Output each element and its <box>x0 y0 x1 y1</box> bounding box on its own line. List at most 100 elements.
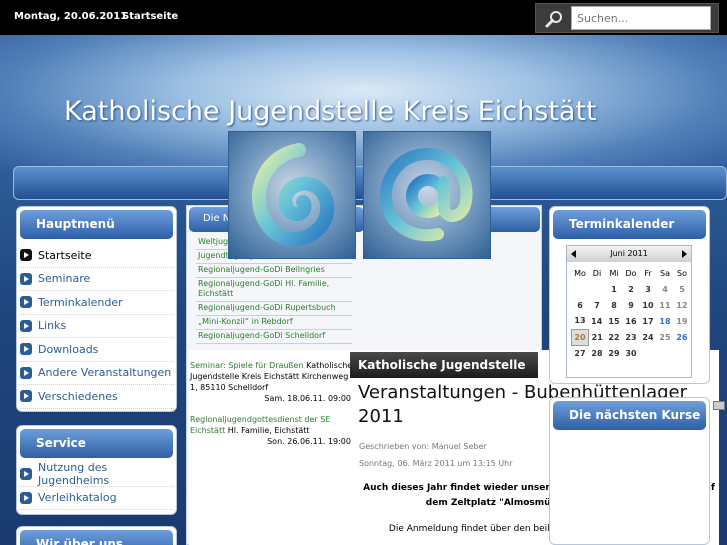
main-menu-item[interactable]: Links <box>19 315 174 338</box>
calendar-day <box>674 345 691 361</box>
main-menu-item-label: Startseite <box>38 248 92 262</box>
event-entry: Regionaljugendgottesdienst der SE Eichst… <box>189 404 355 447</box>
calendar-day[interactable]: 17 <box>640 313 657 329</box>
newest-post-link[interactable]: Regionaljugend-GoDi Beilngries <box>196 264 352 278</box>
calendar-day[interactable]: 7 <box>589 297 606 313</box>
main-menu-item[interactable]: Terminkalender <box>19 291 174 315</box>
main-menu-panel: Hauptmenü Startseite Seminare Terminkalend… <box>16 206 177 412</box>
search-icon[interactable] <box>544 9 564 29</box>
spiral-logo <box>228 131 356 259</box>
main-menu-item-label: Terminkalender <box>38 295 123 309</box>
calendar-day[interactable]: 22 <box>606 329 623 345</box>
calendar-day[interactable]: 15 <box>606 313 623 329</box>
arrow-bullet-icon <box>20 366 32 379</box>
calendar-next-icon[interactable] <box>682 250 687 258</box>
arrow-bullet-icon <box>20 272 32 285</box>
main-menu-item-label: Seminare <box>38 272 91 286</box>
courses-title: Die nächsten Kurse <box>553 401 706 430</box>
event-place: Hl. Familie, Eichstätt <box>227 426 310 435</box>
calendar-day[interactable]: 9 <box>623 297 640 313</box>
main-menu-item[interactable]: Seminare <box>19 268 174 291</box>
at-sign-icon <box>379 147 473 242</box>
events-list: Seminar: Spiele für Draußen Katholische … <box>189 350 355 545</box>
event-date: Son. 26.06.11. 19:00 <box>267 437 351 446</box>
calendar-day[interactable]: 10 <box>640 297 657 313</box>
site-title: Katholische Jugendstelle Kreis Eichstätt <box>64 96 597 127</box>
calendar-day[interactable]: 30 <box>623 345 640 361</box>
calendar-grid: Mo Di Mi Do Fr Sa So 1 2 3 4 5 6 7 8 9 10 11 12 13 14 15 16 17 1… <box>571 265 691 361</box>
email-icon[interactable] <box>713 401 725 410</box>
calendar-day[interactable]: 16 <box>623 313 640 329</box>
article-author: Geschrieben von: Manuel Seber <box>359 442 487 451</box>
main-menu-item-label: Links <box>38 319 67 333</box>
top-bar: Montag, 20.06.2011 Startseite <box>0 0 727 35</box>
calendar-day[interactable]: 8 <box>606 297 623 313</box>
service-menu-item[interactable]: Verleihkatalog <box>19 487 174 510</box>
calendar-day[interactable]: 6 <box>572 297 589 313</box>
calendar-day[interactable]: 4 <box>657 281 674 297</box>
calendar-day[interactable]: 1 <box>606 281 623 297</box>
calendar-day[interactable]: 13 <box>572 313 589 329</box>
main-menu: Startseite Seminare Terminkalender Links Dow… <box>19 244 174 409</box>
calendar-weekday: Fr <box>644 268 652 278</box>
service-menu-item[interactable]: Nutzung des Jugendheims <box>19 461 174 488</box>
calendar-day[interactable]: 18 <box>657 313 674 329</box>
calendar-weekday: Mo <box>574 268 586 278</box>
main-menu-item[interactable]: Downloads <box>19 338 174 362</box>
event-link[interactable]: Seminar: Spiele für Draußen <box>190 361 304 370</box>
newest-post-link[interactable]: Regionaljugend-GoDi Schelldorf <box>196 330 352 344</box>
calendar-day <box>640 345 657 361</box>
calendar-prev-icon[interactable] <box>571 250 576 258</box>
main-menu-item-label: Andere Veranstaltungen <box>38 366 172 380</box>
calendar-day <box>589 281 606 297</box>
search-box <box>535 3 719 33</box>
calendar-day[interactable]: 5 <box>674 281 691 297</box>
calendar-day[interactable]: 21 <box>589 329 606 345</box>
main-menu-item[interactable]: Verschiedenes <box>19 385 174 409</box>
calendar-day[interactable]: 14 <box>589 313 606 329</box>
calendar-day[interactable]: 25 <box>657 329 674 345</box>
main-menu-item[interactable]: Startseite <box>19 244 174 268</box>
spiral-logo-icon <box>252 143 335 246</box>
calendar-day <box>657 345 674 361</box>
article-tab[interactable]: Katholische Jugendstelle <box>350 352 538 378</box>
calendar-weekday: Di <box>592 268 602 278</box>
service-menu-item-label: Verleihkatalog <box>38 491 117 505</box>
service-panel: Service Nutzung des Jugendheims Verleihka… <box>16 425 177 515</box>
newest-post-link[interactable]: „Mini-Konzil“ in Rebdorf <box>196 316 352 330</box>
current-date: Montag, 20.06.2011 <box>14 11 128 22</box>
newest-post-link[interactable]: Regionaljugend-GoDi Hl. Familie, Eichstä… <box>196 278 352 302</box>
calendar-day[interactable]: 29 <box>606 345 623 361</box>
main-menu-item-label: Verschiedenes <box>38 389 118 403</box>
calendar-day[interactable]: 28 <box>589 345 606 361</box>
calendar-weekday: Do <box>625 268 637 278</box>
calendar-month: Juni 2011 <box>567 246 691 262</box>
about-panel: Wir über uns <box>16 526 177 545</box>
calendar: Juni 2011 Mo Di Mi Do Fr Sa So 1 2 3 4 5 6 7 8 9 10 11 12 1… <box>566 245 692 378</box>
service-title: Service <box>20 429 173 458</box>
arrow-bullet-icon <box>20 468 32 481</box>
top-home-link[interactable]: Startseite <box>122 11 178 22</box>
arrow-bullet-icon <box>20 296 32 309</box>
arrow-bullet-icon <box>20 319 32 332</box>
calendar-day[interactable]: 24 <box>640 329 657 345</box>
calendar-day[interactable]: 19 <box>674 313 691 329</box>
calendar-day[interactable]: 26 <box>674 329 691 345</box>
arrow-bullet-icon <box>20 491 32 504</box>
calendar-day[interactable]: 11 <box>657 297 674 313</box>
service-menu: Nutzung des Jugendheims Verleihkatalog <box>19 461 174 510</box>
calendar-day[interactable]: 3 <box>640 281 657 297</box>
arrow-bullet-icon <box>20 390 32 403</box>
calendar-day[interactable]: 20 <box>571 328 589 346</box>
calendar-day[interactable]: 12 <box>674 297 691 313</box>
service-menu-item-label: Nutzung des Jugendheims <box>38 461 110 488</box>
calendar-day[interactable]: 2 <box>623 281 640 297</box>
arrow-bullet-icon <box>20 343 32 356</box>
main-menu-item-label: Downloads <box>38 342 99 356</box>
calendar-weekday: Sa <box>660 268 670 278</box>
calendar-day[interactable]: 23 <box>623 329 640 345</box>
search-input[interactable] <box>571 6 711 30</box>
newest-post-link[interactable]: Regionaljugend-GoDi Rupertsbuch <box>196 302 352 316</box>
main-menu-item[interactable]: Andere Veranstaltungen <box>19 362 174 385</box>
calendar-day[interactable]: 27 <box>572 345 589 361</box>
